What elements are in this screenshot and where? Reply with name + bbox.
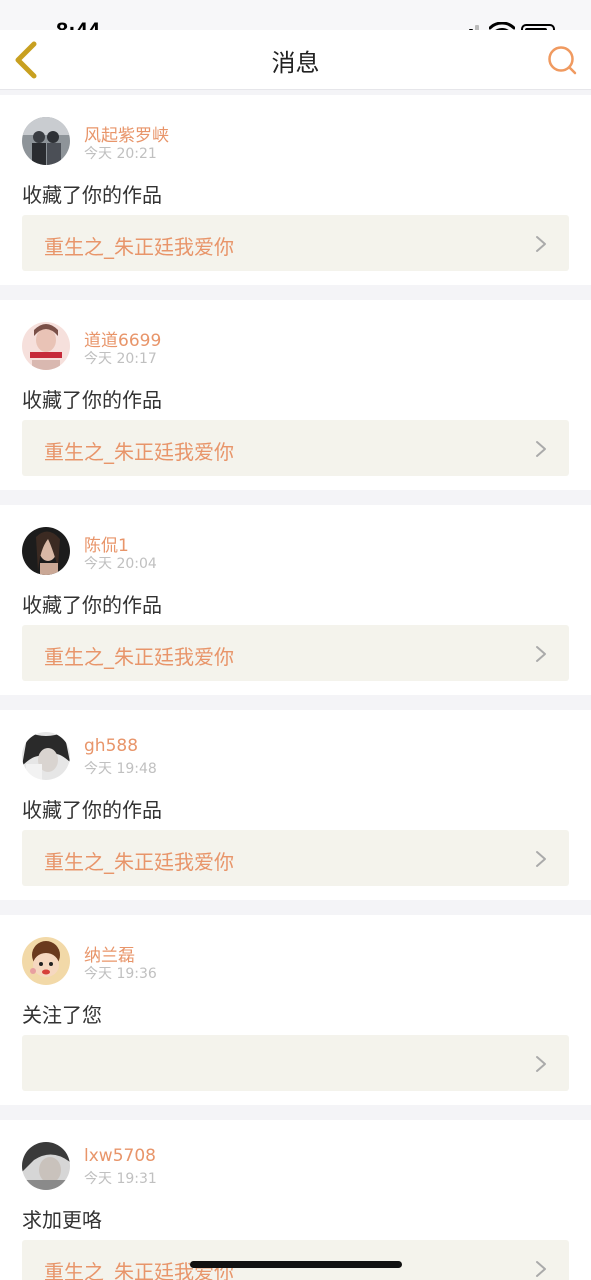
message-item[interactable]: 纳兰磊 今天 19:36 关注了您 — [0, 915, 591, 1105]
action-text: 收藏了你的作品 — [22, 183, 162, 207]
avatar[interactable] — [22, 117, 70, 165]
action-text: 收藏了你的作品 — [22, 388, 162, 412]
chevron-right-icon — [536, 441, 546, 457]
action-text: 求加更咯 — [22, 1208, 102, 1232]
action-text: 收藏了你的作品 — [22, 798, 162, 822]
message-item[interactable]: lxw5708 今天 19:31 求加更咯 重生之_朱正廷我爱你 — [0, 1120, 591, 1280]
work-link[interactable]: 重生之_朱正廷我爱你 — [22, 420, 569, 476]
search-button[interactable] — [546, 44, 578, 76]
user-name[interactable]: gh588 — [84, 736, 138, 756]
message-item[interactable]: gh588 今天 19:48 收藏了你的作品 重生之_朱正廷我爱你 — [0, 710, 591, 900]
status-bar: 8:44 — [0, 0, 591, 43]
work-title: 重生之_朱正廷我爱你 — [44, 645, 234, 669]
navigation-bar: 消息 — [0, 30, 591, 90]
message-item[interactable]: 风起紫罗峡 今天 20:21 收藏了你的作品 重生之_朱正廷我爱你 — [0, 95, 591, 285]
work-title: 重生之_朱正廷我爱你 — [44, 440, 234, 464]
message-item[interactable]: 道道6699 今天 20:17 收藏了你的作品 重生之_朱正廷我爱你 — [0, 300, 591, 490]
chevron-right-icon — [536, 646, 546, 662]
message-time: 今天 19:36 — [84, 966, 157, 982]
work-link[interactable]: 重生之_朱正廷我爱你 — [22, 215, 569, 271]
message-time: 今天 19:48 — [84, 761, 157, 777]
work-link[interactable]: 重生之_朱正廷我爱你 — [22, 1240, 569, 1280]
work-title: 重生之_朱正廷我爱你 — [44, 850, 234, 874]
user-name[interactable]: lxw5708 — [84, 1146, 156, 1166]
avatar[interactable] — [22, 732, 70, 780]
messages-screen: 8:44 消息 — [0, 0, 591, 1280]
search-icon — [548, 46, 577, 75]
avatar[interactable] — [22, 937, 70, 985]
message-item[interactable]: 陈侃1 今天 20:04 收藏了你的作品 重生之_朱正廷我爱你 — [0, 505, 591, 695]
chevron-right-icon — [536, 1261, 546, 1277]
chevron-right-icon — [536, 236, 546, 252]
page-title: 消息 — [271, 49, 320, 77]
message-time: 今天 20:17 — [84, 351, 157, 367]
action-text: 关注了您 — [22, 1003, 102, 1027]
message-time: 今天 20:21 — [84, 146, 157, 162]
action-text: 收藏了你的作品 — [22, 593, 162, 617]
work-title: 重生之_朱正廷我爱你 — [44, 235, 234, 259]
message-time: 今天 20:04 — [84, 556, 157, 572]
chevron-right-icon — [536, 851, 546, 867]
avatar[interactable] — [22, 527, 70, 575]
work-link[interactable]: 重生之_朱正廷我爱你 — [22, 625, 569, 681]
avatar[interactable] — [22, 1142, 70, 1190]
chevron-right-icon — [536, 1056, 546, 1072]
work-link[interactable] — [22, 1035, 569, 1091]
home-indicator[interactable] — [190, 1261, 402, 1268]
work-link[interactable]: 重生之_朱正廷我爱你 — [22, 830, 569, 886]
work-title: 重生之_朱正廷我爱你 — [44, 1260, 234, 1280]
avatar[interactable] — [22, 322, 70, 370]
message-time: 今天 19:31 — [84, 1171, 157, 1187]
